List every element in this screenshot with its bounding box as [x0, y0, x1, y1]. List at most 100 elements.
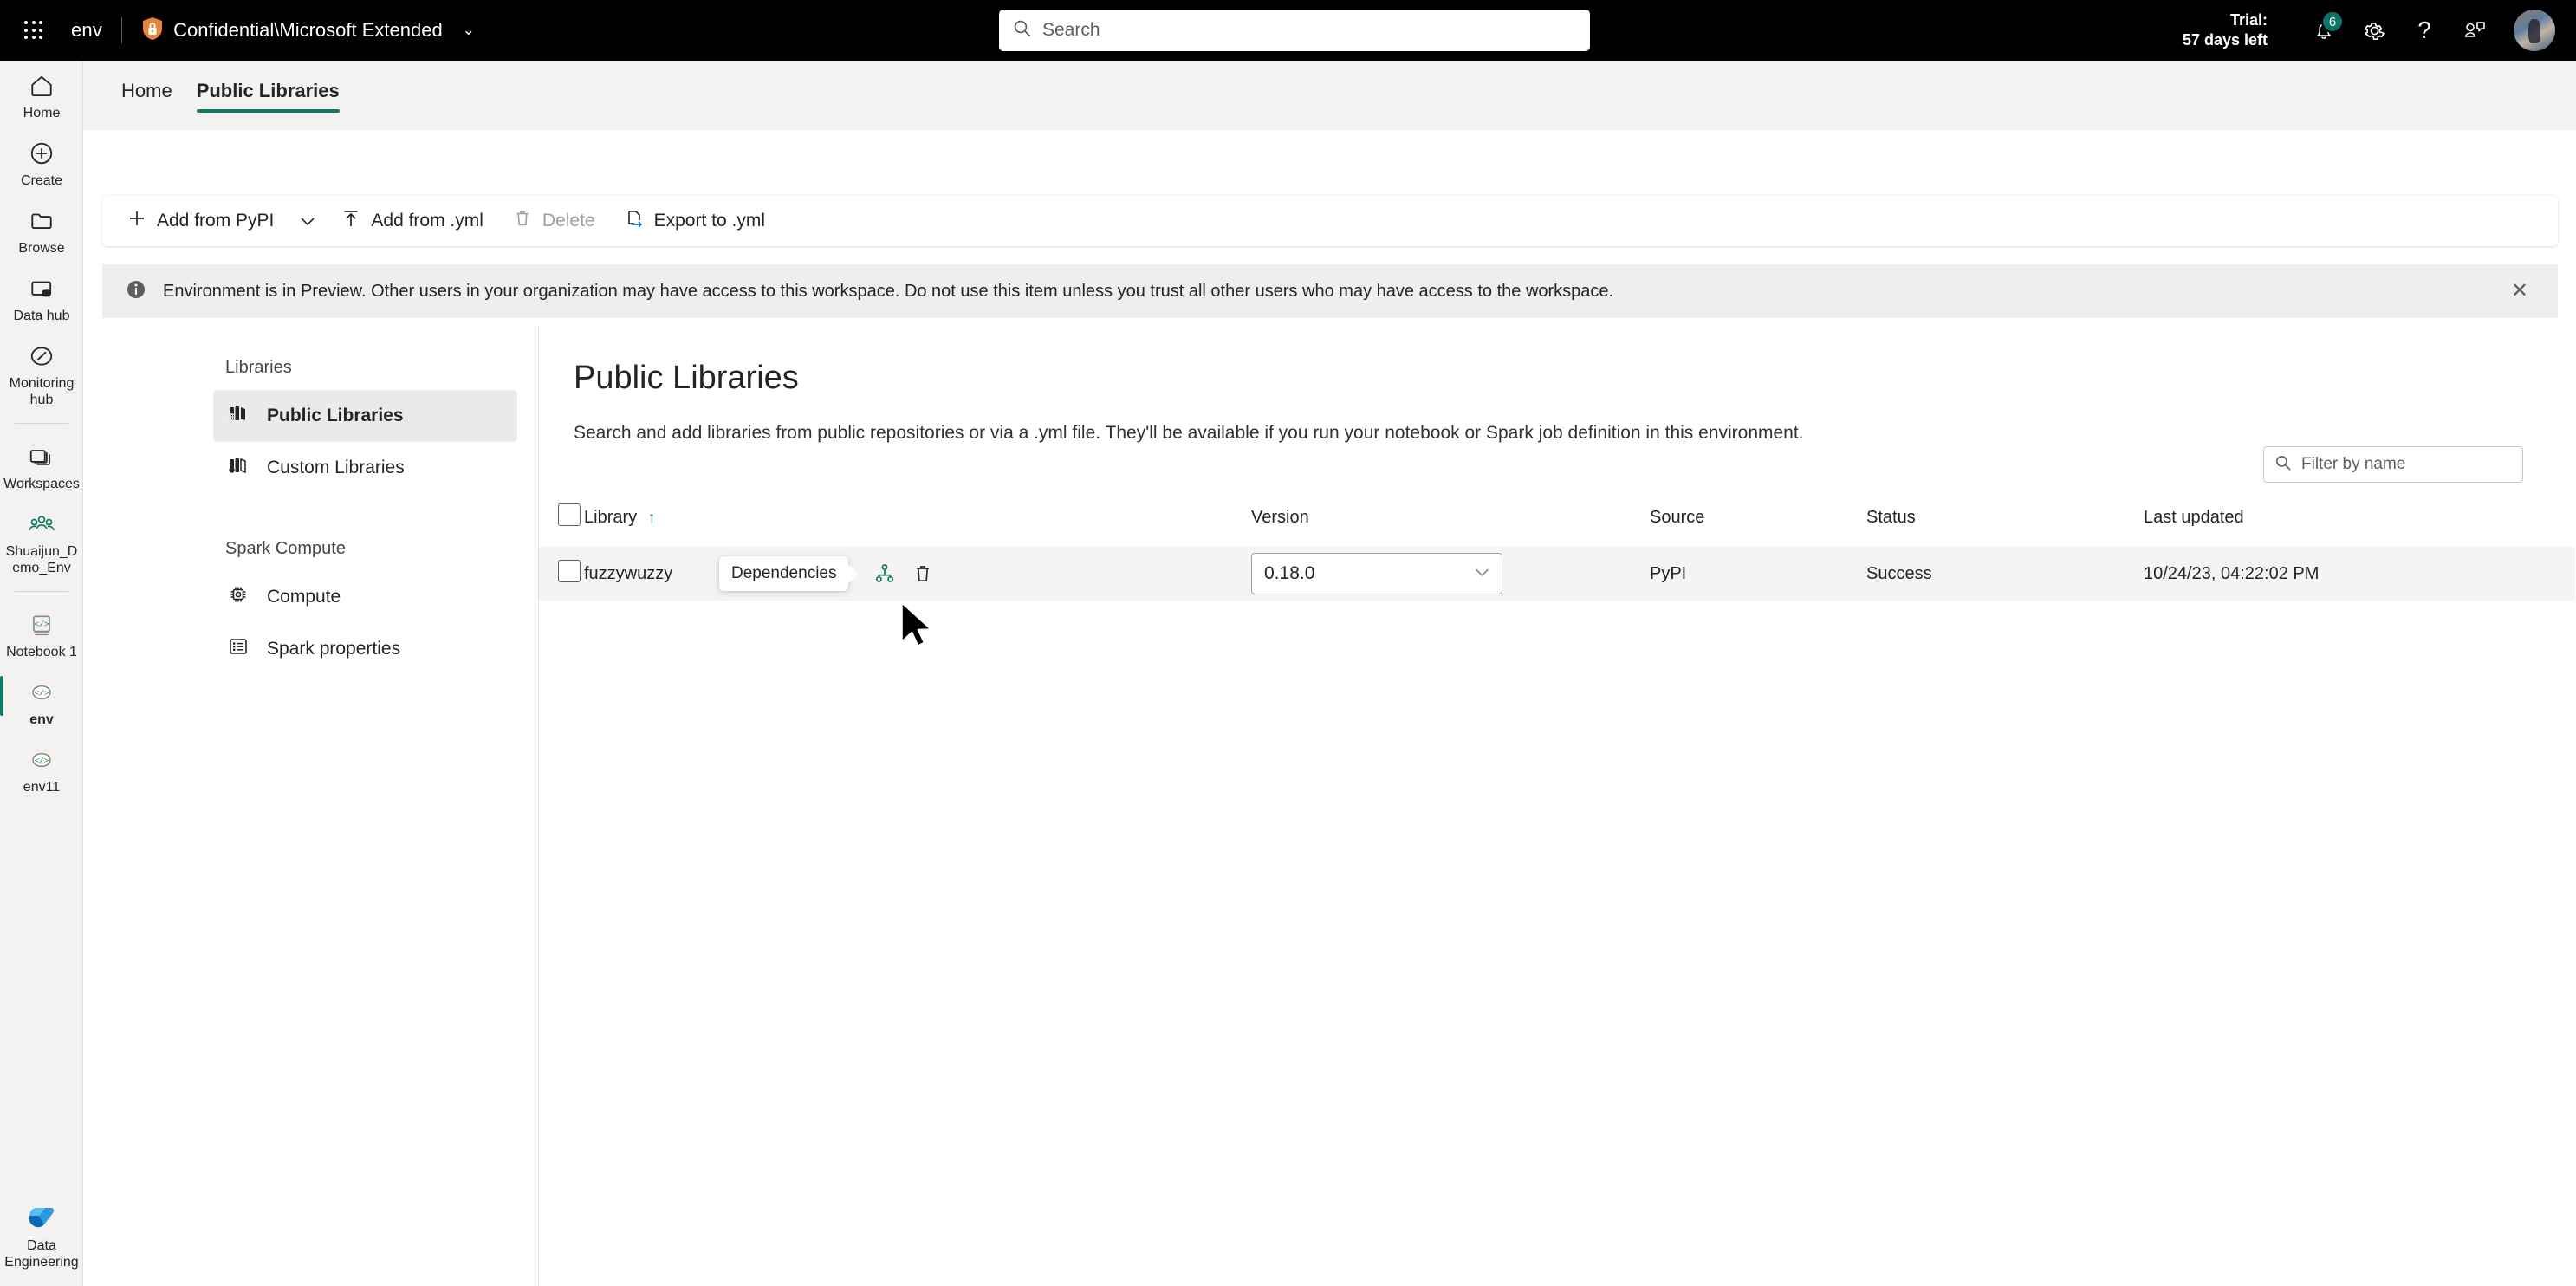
table-body: fuzzywuzzy Dependencies 0.18.0 PyPI Succ…	[539, 547, 2575, 601]
panel-item-custom-libraries[interactable]: Custom Libraries	[213, 442, 517, 494]
version-dropdown[interactable]: 0.18.0	[1251, 553, 1502, 594]
environment-settings-nav: Libraries Public Libraries Custom Librar…	[192, 325, 539, 1286]
version-cell: 0.18.0	[1251, 547, 1650, 601]
chevron-down-icon: ⌄	[462, 22, 475, 38]
select-all-checkbox[interactable]	[558, 503, 581, 526]
rail-item-home[interactable]: Home	[0, 61, 83, 128]
row-checkbox[interactable]	[558, 560, 581, 582]
global-search-box[interactable]	[999, 10, 1590, 51]
trash-icon	[917, 566, 930, 581]
search-input[interactable]	[1042, 20, 1576, 41]
chevron-down-icon[interactable]	[292, 210, 323, 233]
panel-group-title-spark-compute: Spark Compute	[225, 539, 346, 558]
export-to-yml-label: Export to .yml	[653, 211, 765, 231]
people-icon	[28, 510, 55, 539]
page-title: Public Libraries	[574, 360, 799, 396]
column-header-library-label: Library	[584, 507, 638, 527]
tab-home[interactable]: Home	[109, 76, 185, 113]
svg-text:</>: </>	[34, 620, 49, 629]
left-navigation-rail: Home Create Browse Data hub Monitoring h…	[0, 61, 83, 1286]
folder-icon	[29, 206, 55, 236]
upload-arrow-icon	[341, 209, 360, 233]
filter-by-name-box[interactable]	[2263, 446, 2523, 483]
rail-footer-label: Data Engineering	[4, 1238, 79, 1270]
app-name: env	[71, 19, 103, 41]
notifications-button[interactable]: 6	[2299, 5, 2349, 55]
close-icon[interactable]: ✕	[2504, 276, 2535, 307]
page-subtitle: Search and add libraries from public rep…	[574, 423, 1804, 443]
panel-item-public-libraries[interactable]: Public Libraries	[213, 390, 517, 442]
trial-label: Trial:	[2229, 11, 2268, 29]
table-header-row: Library ↑ Version Source Status Last upd…	[539, 503, 2575, 547]
rail-item-monitoring-hub[interactable]: Monitoring hub	[0, 331, 83, 415]
info-icon	[125, 278, 147, 305]
arrow-up-icon: ↑	[647, 508, 656, 526]
tab-public-libraries[interactable]: Public Libraries	[185, 76, 352, 113]
table-row[interactable]: fuzzywuzzy Dependencies 0.18.0 PyPI Succ…	[539, 547, 2575, 601]
feedback-icon	[2464, 22, 2485, 37]
column-header-source[interactable]: Source	[1650, 503, 1866, 547]
status-cell: Success	[1866, 563, 1932, 583]
rail-item-browse[interactable]: Browse	[0, 196, 83, 263]
grid-waffle-icon[interactable]	[19, 16, 49, 45]
panel-item-spark-properties[interactable]: Spark properties	[213, 623, 517, 675]
rail-label: Home	[23, 106, 61, 120]
add-from-pypi-button[interactable]: Add from PyPI	[116, 202, 285, 240]
panel-spacer	[213, 494, 517, 530]
rail-item-env11[interactable]: </> env11	[0, 735, 83, 802]
public-libraries-icon	[227, 402, 250, 430]
user-avatar[interactable]	[2514, 10, 2555, 51]
tab-strip: Home Public Libraries	[83, 61, 2576, 113]
row-select-cell	[539, 547, 584, 601]
column-header-last-updated[interactable]: Last updated	[2144, 503, 2575, 547]
dependencies-hierarchy-icon	[876, 564, 894, 582]
header-right-cluster: Trial: 57 days left 6 ?	[2183, 0, 2576, 61]
rail-footer: Data Engineering	[0, 1193, 83, 1277]
panel-item-label: Public Libraries	[267, 406, 404, 425]
rail-item-notebook-1[interactable]: </> Notebook 1	[0, 600, 83, 667]
list-properties-icon	[227, 635, 250, 663]
help-button[interactable]: ?	[2399, 5, 2449, 55]
sensitivity-label-text: Confidential\Microsoft Extended	[173, 19, 443, 41]
preview-info-banner: Environment is in Preview. Other users i…	[102, 264, 2558, 318]
rail-item-workspaces[interactable]: Workspaces	[0, 432, 83, 499]
rail-item-data-engineering[interactable]: Data Engineering	[0, 1193, 83, 1277]
rail-label: env11	[23, 780, 61, 795]
workspaces-icon	[28, 442, 55, 471]
panel-item-compute[interactable]: Compute	[213, 571, 517, 623]
add-from-pypi-label: Add from PyPI	[157, 211, 275, 231]
search-icon	[1013, 19, 1032, 42]
rail-item-env[interactable]: </> env	[0, 667, 83, 735]
column-header-status[interactable]: Status	[1866, 503, 2144, 547]
sensitivity-label-button[interactable]: Confidential\Microsoft Extended ⌄	[141, 16, 475, 45]
table-header: Library ↑ Version Source Status Last upd…	[539, 503, 2575, 547]
rail-divider	[14, 591, 68, 592]
notebook-code-icon: </>	[29, 610, 55, 640]
column-header-library[interactable]: Library ↑	[584, 503, 1251, 547]
version-value: 0.18.0	[1264, 563, 1315, 583]
rail-item-shuaijun-demo-env[interactable]: Shuaijun_Demo_Env	[0, 499, 83, 583]
rail-item-data-hub[interactable]: Data hub	[0, 263, 83, 331]
export-to-yml-button[interactable]: Export to .yml	[613, 202, 776, 240]
environment-code-icon: </>	[29, 745, 55, 775]
rail-label: Monitoring hub	[9, 376, 75, 407]
monitoring-hub-icon	[29, 341, 55, 371]
rail-label: Create	[20, 173, 63, 188]
rail-item-create[interactable]: Create	[0, 128, 83, 196]
add-from-yml-button[interactable]: Add from .yml	[330, 202, 495, 240]
filter-input[interactable]	[2301, 455, 2512, 474]
rail-label: Shuaijun_Demo_Env	[5, 544, 78, 575]
settings-button[interactable]	[2349, 5, 2399, 55]
column-header-version[interactable]: Version	[1251, 503, 1650, 547]
main-content-area: Home Public Libraries Add from PyPI Add …	[83, 61, 2576, 1286]
rail-divider	[14, 423, 68, 424]
svg-text:</>: </>	[35, 757, 49, 766]
question-mark-icon: ?	[2417, 16, 2431, 43]
dependencies-button[interactable]	[866, 555, 904, 593]
add-from-yml-label: Add from .yml	[371, 211, 483, 231]
plus-circle-icon	[29, 139, 55, 168]
delete-row-button[interactable]	[904, 555, 942, 593]
feedback-button[interactable]	[2449, 5, 2500, 55]
delete-button: Delete	[502, 202, 607, 240]
shield-lock-icon	[141, 16, 164, 45]
